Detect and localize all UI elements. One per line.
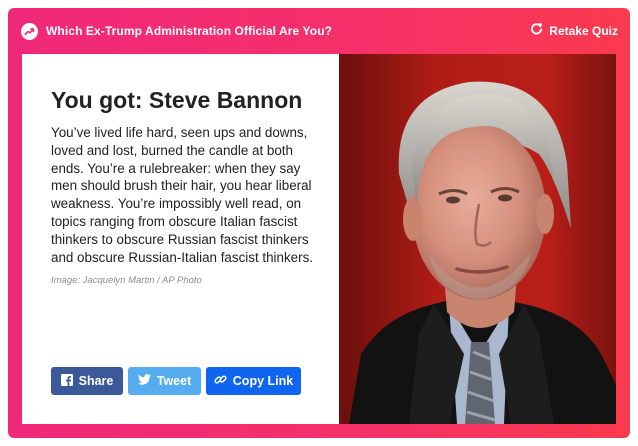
- share-buttons: Share Tweet Copy Link: [51, 367, 301, 395]
- twitter-share-button[interactable]: Tweet: [128, 367, 201, 395]
- facebook-share-label: Share: [78, 374, 114, 388]
- quiz-title-group: Which Ex-Trump Administration Official A…: [21, 22, 333, 40]
- result-card: You got: Steve Bannon You’ve lived life …: [22, 54, 616, 424]
- copy-link-button[interactable]: Copy Link: [206, 367, 301, 395]
- result-text-panel: You got: Steve Bannon You’ve lived life …: [22, 54, 339, 424]
- trending-icon: [21, 22, 38, 40]
- facebook-share-button[interactable]: Share: [51, 367, 123, 395]
- retake-quiz-button[interactable]: Retake Quiz: [530, 22, 618, 40]
- retake-quiz-label: Retake Quiz: [549, 24, 618, 38]
- image-credit: Image: Jacquelyn Martin / AP Photo: [51, 275, 202, 287]
- refresh-icon: [530, 22, 543, 40]
- facebook-icon: [60, 373, 73, 389]
- quiz-title: Which Ex-Trump Administration Official A…: [46, 24, 333, 38]
- quiz-result-frame: Which Ex-Trump Administration Official A…: [8, 8, 630, 438]
- quiz-header: Which Ex-Trump Administration Official A…: [8, 8, 630, 54]
- result-photo: [339, 54, 616, 424]
- copy-link-label: Copy Link: [232, 374, 294, 388]
- twitter-icon: [137, 374, 151, 388]
- twitter-share-label: Tweet: [156, 374, 192, 388]
- link-icon: [214, 373, 227, 389]
- result-description: You’ve lived life hard, seen ups and dow…: [51, 125, 313, 265]
- result-title: You got: Steve Bannon: [51, 87, 303, 113]
